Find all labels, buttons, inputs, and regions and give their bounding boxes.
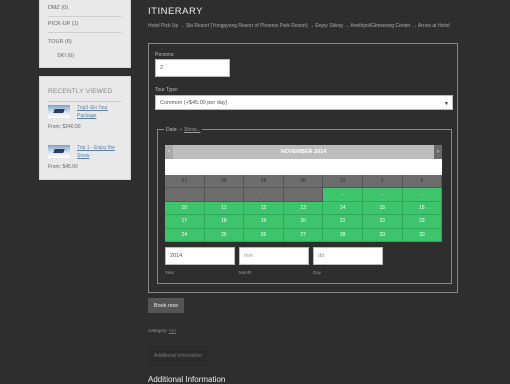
calendar-day[interactable]: 27 bbox=[283, 228, 324, 242]
calendar-day: - bbox=[165, 188, 205, 202]
dropdown-arrow-icon: ▼ bbox=[444, 101, 449, 107]
calendar-day[interactable]: 17 bbox=[165, 215, 205, 229]
calendar-day[interactable]: 11 bbox=[204, 201, 245, 216]
recent-item-link[interactable]: Trip 1 - Enjoy the Snow bbox=[77, 144, 127, 160]
calendar-day[interactable]: 18 bbox=[204, 215, 245, 229]
category-tour[interactable]: TOUR (6) bbox=[48, 39, 72, 45]
category-pickup[interactable]: PICK-UP (1) bbox=[48, 21, 78, 27]
tour-type-value: Common (+$45.00 per day) bbox=[160, 99, 228, 106]
recent-item-price: From: $240.00 bbox=[48, 124, 81, 130]
calendar-day[interactable]: 23 bbox=[402, 215, 443, 229]
tour-type-select[interactable]: Common (+$45.00 per day) ▼ bbox=[155, 95, 453, 110]
calendar-day: - bbox=[244, 188, 284, 202]
calendar-day: 2 bbox=[402, 175, 443, 189]
calendar-day[interactable]: 16 bbox=[402, 201, 443, 216]
divider bbox=[48, 16, 122, 17]
product-thumbnail[interactable] bbox=[48, 105, 70, 118]
categories-widget: DMZ (0) PICK-UP (1) TOUR (6) SKI (6) bbox=[39, 0, 131, 68]
date-fieldset: Date: Show... NOVEMBER 2014 ‹ › 27 28 29 30… bbox=[157, 127, 452, 284]
calendar-day: 27 bbox=[165, 175, 205, 189]
persons-label: Persons: bbox=[155, 52, 175, 58]
calendar-month: NOVEMBER 2014 bbox=[280, 149, 327, 155]
year-label: Year bbox=[165, 270, 175, 275]
tab-additional-information[interactable]: Additional Information bbox=[148, 345, 208, 367]
calendar-day: 29 bbox=[244, 175, 284, 189]
date-label: Date: bbox=[164, 127, 180, 133]
category-ski[interactable]: SKI (6) bbox=[57, 53, 74, 59]
recent-item-price: From: $45.00 bbox=[48, 164, 78, 170]
product-category: Category: SKI bbox=[148, 328, 176, 333]
calendar-day[interactable]: 28 bbox=[323, 228, 363, 242]
calendar-day[interactable]: 26 bbox=[244, 228, 284, 242]
booking-form: Persons: 2 Tour Type: Common (+$45.00 pe… bbox=[148, 43, 458, 293]
calendar-day[interactable]: 15 bbox=[363, 201, 403, 216]
calendar-day[interactable]: - bbox=[402, 188, 443, 202]
calendar-day[interactable]: - bbox=[363, 188, 403, 202]
divider bbox=[48, 101, 122, 102]
product-thumbnail[interactable] bbox=[48, 145, 70, 158]
next-month-icon[interactable]: › bbox=[434, 145, 442, 159]
datepicker-calendar: NOVEMBER 2014 ‹ › 27 28 29 30 31 1 2- - - - - - -10 1… bbox=[165, 145, 443, 242]
book-now-button[interactable]: Book now bbox=[148, 298, 184, 313]
month-input[interactable]: mm bbox=[239, 247, 309, 265]
calendar-day: - bbox=[283, 188, 324, 202]
calendar-day: 28 bbox=[204, 175, 245, 189]
calendar-day[interactable]: 21 bbox=[323, 215, 363, 229]
calendar-day[interactable]: 19 bbox=[244, 215, 284, 229]
day-label: Day bbox=[313, 270, 322, 275]
calendar-day[interactable]: 12 bbox=[244, 201, 284, 216]
day-input[interactable]: dd bbox=[313, 247, 383, 265]
calendar-day: 30 bbox=[283, 175, 324, 189]
persons-input[interactable]: 2 bbox=[155, 59, 230, 77]
month-label: Month bbox=[239, 270, 252, 275]
page-title: ITINERARY bbox=[148, 6, 204, 17]
calendar-day[interactable]: 10 bbox=[165, 201, 205, 216]
calendar-day[interactable]: 13 bbox=[283, 201, 324, 216]
additional-info-heading: Additional Information bbox=[148, 375, 226, 384]
calendar-header: NOVEMBER 2014 bbox=[165, 145, 442, 159]
prev-month-icon[interactable]: ‹ bbox=[165, 145, 173, 159]
calendar-day[interactable]: 30 bbox=[402, 228, 443, 242]
calendar-day[interactable]: 14 bbox=[323, 201, 363, 216]
tour-type-label: Tour Type: bbox=[155, 87, 179, 93]
weekday-row bbox=[165, 159, 442, 175]
recent-item-link[interactable]: Trip3-Ski Tour Package bbox=[77, 104, 127, 120]
itinerary-text: Hotel Pick Up → Ski Resort (Yongpyong Re… bbox=[148, 23, 450, 29]
category-prefix: Category: bbox=[148, 328, 168, 333]
recently-viewed-widget: RECENTLY VIEWED Trip3-Ski Tour Package F… bbox=[39, 76, 131, 180]
calendar-day[interactable]: - bbox=[323, 188, 363, 202]
date-show-link[interactable]: Show... bbox=[182, 127, 203, 133]
calendar-day[interactable]: 25 bbox=[204, 228, 245, 242]
calendar-day: 1 bbox=[363, 175, 403, 189]
year-input[interactable]: 2014 bbox=[165, 247, 235, 265]
calendar-day: - bbox=[204, 188, 245, 202]
calendar-day: 31 bbox=[323, 175, 363, 189]
calendar-day[interactable]: 24 bbox=[165, 228, 205, 242]
category-dmz[interactable]: DMZ (0) bbox=[48, 5, 68, 11]
category-link[interactable]: SKI bbox=[169, 328, 176, 333]
divider bbox=[48, 32, 122, 33]
recently-viewed-title: RECENTLY VIEWED bbox=[48, 88, 113, 95]
calendar-day[interactable]: 22 bbox=[363, 215, 403, 229]
calendar-day[interactable]: 29 bbox=[363, 228, 403, 242]
calendar-day[interactable]: 20 bbox=[283, 215, 324, 229]
